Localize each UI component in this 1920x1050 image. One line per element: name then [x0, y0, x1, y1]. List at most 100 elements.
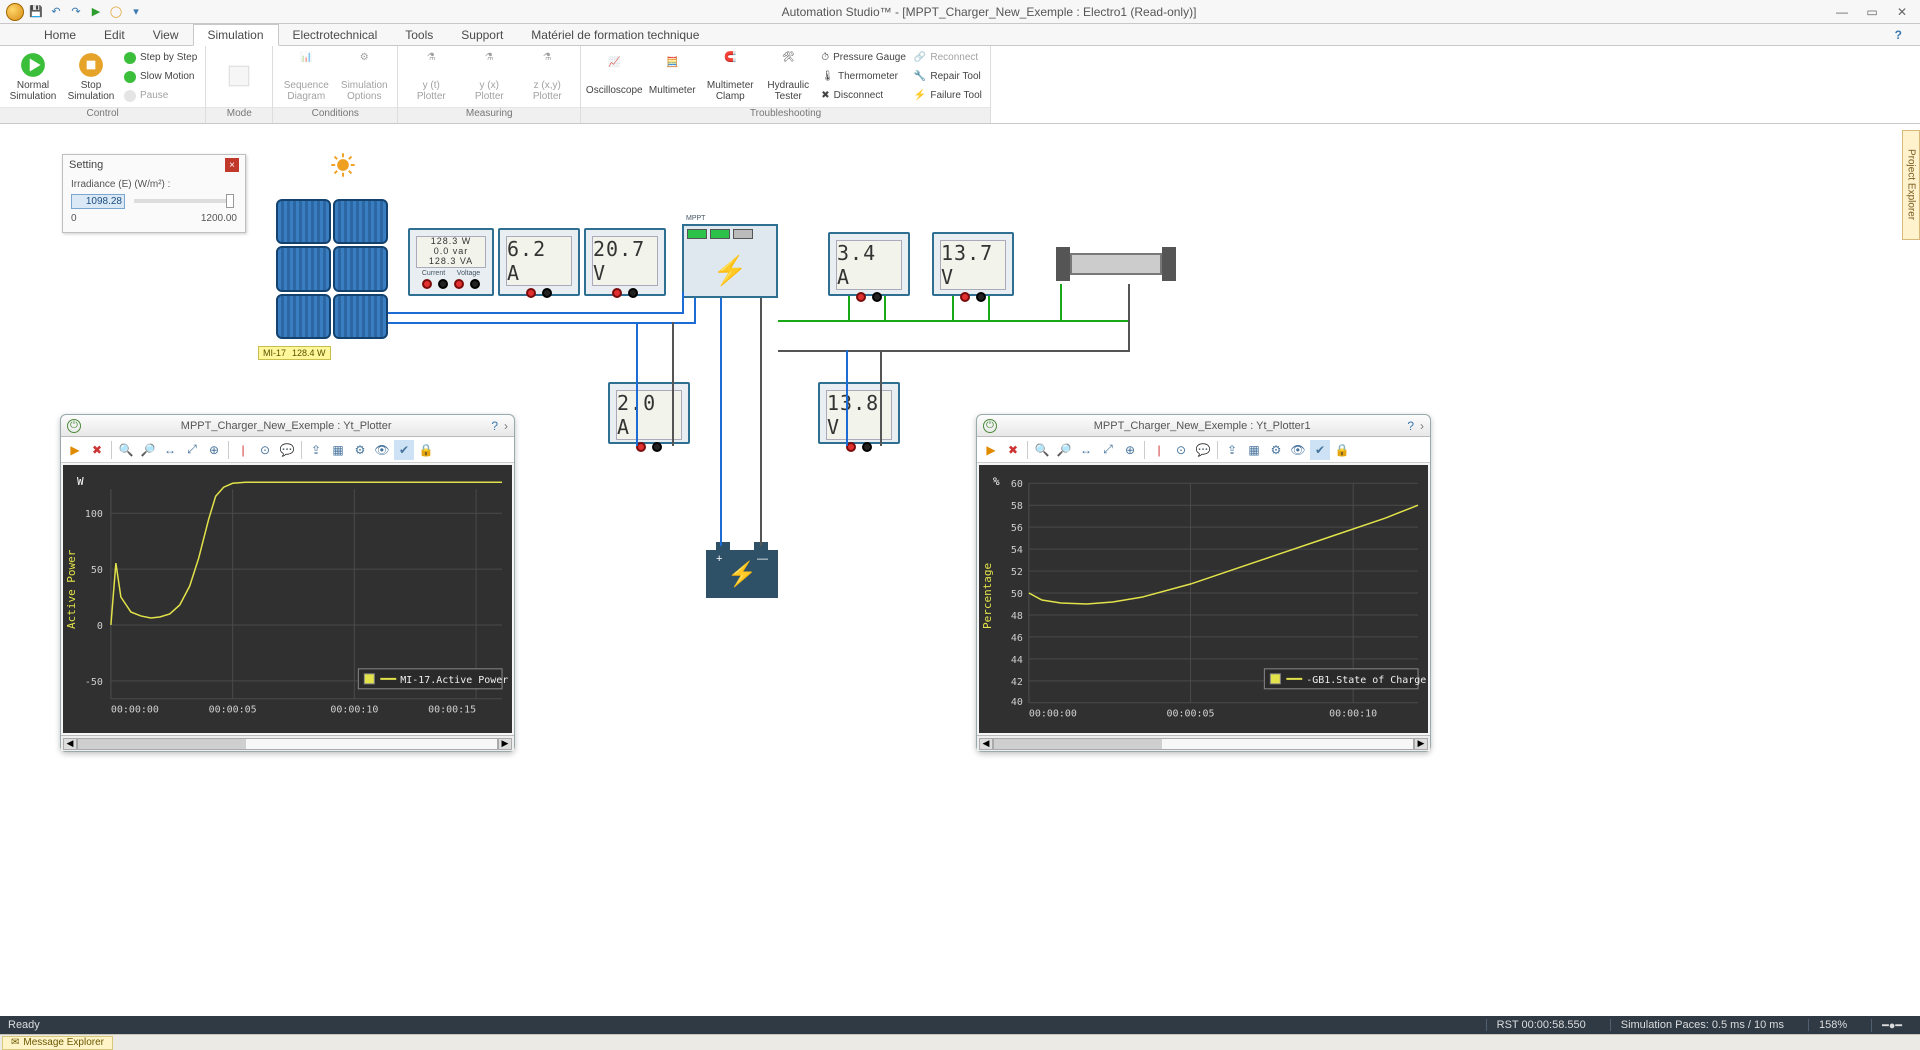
pan-icon[interactable]: ↔	[160, 440, 180, 460]
oscilloscope-button[interactable]: 📈Oscilloscope	[587, 49, 641, 105]
settings-icon[interactable]: ⚙	[350, 440, 370, 460]
check-icon[interactable]: ✔	[394, 440, 414, 460]
zoom-out-icon[interactable]: 🔎	[138, 440, 158, 460]
slow-motion-button[interactable]: Slow Motion	[122, 68, 199, 86]
setting-panel[interactable]: Setting× Irradiance (E) (W/m²) : 01200.0…	[62, 154, 246, 233]
multimeter-button[interactable]: 🧮Multimeter	[645, 49, 699, 105]
sequence-diagram-button[interactable]: 📊Sequence Diagram	[279, 49, 333, 105]
chevron-right-icon[interactable]: ›	[1420, 419, 1424, 433]
qat-redo-icon[interactable]: ↷	[68, 4, 84, 20]
irradiance-input[interactable]	[71, 194, 125, 209]
play-icon[interactable]: ▶	[981, 440, 1001, 460]
check-icon[interactable]: ✔	[1310, 440, 1330, 460]
yx-plotter-button[interactable]: ⚗y (x) Plotter	[462, 49, 516, 105]
qat-stop-icon[interactable]: ◯	[108, 4, 124, 20]
eye-icon[interactable]: 👁	[1288, 440, 1308, 460]
help-icon[interactable]: ?	[491, 419, 498, 433]
zoom-in-icon[interactable]: 🔍	[116, 440, 136, 460]
plotter-scrollbar[interactable]: ◀▶	[61, 735, 514, 751]
help-icon[interactable]: ?	[1407, 419, 1414, 433]
multimeter-clamp-button[interactable]: 🧲Multimeter Clamp	[703, 49, 757, 105]
tab-support[interactable]: Support	[447, 25, 517, 45]
pause-button[interactable]: Pause	[122, 87, 199, 105]
target-icon[interactable]: ⊕	[1120, 440, 1140, 460]
repair-tool-button[interactable]: 🔧Repair Tool	[912, 68, 984, 86]
tab-tools[interactable]: Tools	[391, 25, 447, 45]
status-zoom[interactable]: 158%	[1808, 1019, 1857, 1031]
zxy-plotter-button[interactable]: ⚗z (x,y) Plotter	[520, 49, 574, 105]
thermometer-button[interactable]: 🌡Thermometer	[819, 68, 908, 86]
grid-icon[interactable]: ▦	[1244, 440, 1264, 460]
lock-icon[interactable]: 🔒	[1332, 440, 1352, 460]
clear-icon[interactable]: ✖	[1003, 440, 1023, 460]
ammeter-1[interactable]: 6.2 A	[498, 228, 580, 296]
help-icon[interactable]: ?	[1887, 25, 1910, 45]
power-meter[interactable]: 128.3 W 0.0 var 128.3 VA CurrentVoltage	[408, 228, 494, 296]
marker-icon[interactable]: ⊙	[1171, 440, 1191, 460]
cursor-icon[interactable]: |	[1149, 440, 1169, 460]
close-button[interactable]: ✕	[1888, 3, 1916, 21]
normal-simulation-button[interactable]: Normal Simulation	[6, 49, 60, 105]
scroll-right-icon[interactable]: ▶	[498, 738, 512, 750]
load-component[interactable]	[1056, 244, 1176, 284]
note-icon[interactable]: 💬	[1193, 440, 1213, 460]
solar-panel[interactable]	[276, 199, 388, 339]
ammeter-2[interactable]: 3.4 A	[828, 232, 910, 296]
chevron-right-icon[interactable]: ›	[504, 419, 508, 433]
tab-home[interactable]: Home	[30, 25, 90, 45]
tab-training[interactable]: Matériel de formation technique	[517, 25, 713, 45]
qat-more-icon[interactable]: ▾	[128, 4, 144, 20]
export-icon[interactable]: ⇪	[1222, 440, 1242, 460]
qat-save-icon[interactable]: 💾	[28, 4, 44, 20]
battery[interactable]: +⚡—	[706, 542, 778, 598]
tab-edit[interactable]: Edit	[90, 25, 139, 45]
step-by-step-button[interactable]: Step by Step	[122, 49, 199, 67]
tab-simulation[interactable]: Simulation	[193, 24, 279, 46]
diagram-canvas[interactable]: Setting× Irradiance (E) (W/m²) : 01200.0…	[0, 124, 1920, 1016]
note-icon[interactable]: 💬	[277, 440, 297, 460]
marker-icon[interactable]: ⊙	[255, 440, 275, 460]
clear-icon[interactable]: ✖	[87, 440, 107, 460]
ammeter-3[interactable]: 2.0 A	[608, 382, 690, 444]
scroll-left-icon[interactable]: ◀	[63, 738, 77, 750]
voltmeter-3[interactable]: 13.8 V	[818, 382, 900, 444]
simulation-options-button[interactable]: ⚙Simulation Options	[337, 49, 391, 105]
stop-simulation-button[interactable]: Stop Simulation	[64, 49, 118, 105]
minimize-button[interactable]: —	[1828, 3, 1856, 21]
plotter-scrollbar[interactable]: ◀▶	[977, 735, 1430, 751]
setting-close-button[interactable]: ×	[225, 158, 239, 172]
qat-undo-icon[interactable]: ↶	[48, 4, 64, 20]
fit-icon[interactable]: ⤢	[1098, 440, 1118, 460]
settings-icon[interactable]: ⚙	[1266, 440, 1286, 460]
cursor-icon[interactable]: |	[233, 440, 253, 460]
fit-icon[interactable]: ⤢	[182, 440, 202, 460]
hydraulic-tester-button[interactable]: 🛠Hydraulic Tester	[761, 49, 815, 105]
message-explorer-tab[interactable]: ✉Message Explorer	[2, 1036, 113, 1050]
yt-plotter-button[interactable]: ⚗y (t) Plotter	[404, 49, 458, 105]
tab-view[interactable]: View	[139, 25, 193, 45]
tab-electrotechnical[interactable]: Electrotechnical	[279, 25, 392, 45]
lock-icon[interactable]: 🔒	[416, 440, 436, 460]
zoom-out-icon[interactable]: 🔎	[1054, 440, 1074, 460]
maximize-button[interactable]: ▭	[1858, 3, 1886, 21]
play-icon[interactable]: ▶	[65, 440, 85, 460]
export-icon[interactable]: ⇪	[306, 440, 326, 460]
disconnect-button[interactable]: ✖Disconnect	[819, 87, 908, 105]
scroll-left-icon[interactable]: ◀	[979, 738, 993, 750]
target-icon[interactable]: ⊕	[204, 440, 224, 460]
qat-play-icon[interactable]: ▶	[88, 4, 104, 20]
eye-icon[interactable]: 👁	[372, 440, 392, 460]
scroll-right-icon[interactable]: ▶	[1414, 738, 1428, 750]
voltmeter-2[interactable]: 13.7 V	[932, 232, 1014, 296]
reconnect-button[interactable]: 🔗Reconnect	[912, 49, 984, 67]
pan-icon[interactable]: ↔	[1076, 440, 1096, 460]
grid-icon[interactable]: ▦	[328, 440, 348, 460]
irradiance-slider[interactable]	[134, 199, 234, 203]
plotter-right[interactable]: ⏻ MPPT_Charger_New_Exemple : Yt_Plotter1…	[976, 414, 1431, 752]
plotter-left[interactable]: ⏻ MPPT_Charger_New_Exemple : Yt_Plotter …	[60, 414, 515, 752]
plotter-power-icon[interactable]: ⏻	[67, 419, 81, 433]
zoom-slider[interactable]: ━●━	[1871, 1019, 1912, 1032]
mppt-controller[interactable]: MPPT ⚡	[682, 224, 778, 298]
mode-button[interactable]	[212, 49, 266, 105]
pressure-gauge-button[interactable]: ⏱Pressure Gauge	[819, 49, 908, 67]
